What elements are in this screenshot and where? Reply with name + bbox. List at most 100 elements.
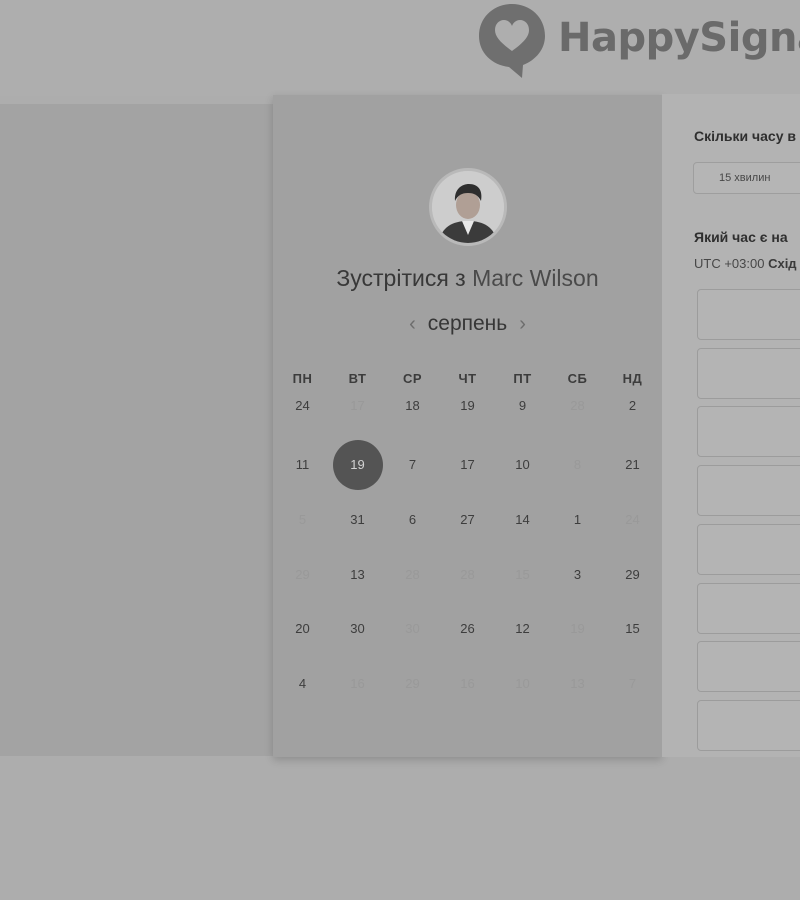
calendar-day[interactable]: 30: [330, 601, 385, 656]
duration-select[interactable]: 15 хвилин: [693, 162, 800, 194]
day-number: 9: [518, 398, 527, 413]
calendar-day[interactable]: 1: [550, 492, 605, 547]
calendar-day[interactable]: 24: [605, 492, 660, 547]
calendar-week: 5 31 6 27 14 1 24: [275, 492, 660, 547]
time-slot[interactable]: [697, 465, 800, 516]
timezone-selector[interactable]: UTC +03:00 Схід: [694, 256, 797, 271]
day-number: 20: [295, 621, 310, 637]
calendar-day[interactable]: 6: [385, 492, 440, 547]
day-number: 15: [625, 621, 640, 637]
calendar-day[interactable]: 3: [550, 547, 605, 602]
time-slot[interactable]: [697, 289, 800, 340]
day-number: 11: [295, 457, 310, 473]
calendar-day[interactable]: 7: [605, 656, 660, 711]
day-number: 18: [405, 398, 420, 413]
day-number: 28: [570, 398, 585, 413]
calendar-day[interactable]: 29: [605, 547, 660, 602]
day-number: 5: [298, 511, 307, 527]
calendar-day[interactable]: 13: [330, 547, 385, 602]
next-month-button[interactable]: ›: [507, 312, 538, 336]
calendar-day[interactable]: 19: [440, 383, 495, 438]
calendar-day[interactable]: 31: [330, 492, 385, 547]
calendar-card: Зустрітися з Marc Wilson ‹ серпень › ПН …: [273, 95, 662, 757]
day-number: 21: [625, 457, 640, 473]
prev-month-button[interactable]: ‹: [397, 312, 428, 336]
calendar-day[interactable]: 14: [495, 492, 550, 547]
time-question: Який час є на: [694, 229, 788, 245]
month-navigation: ‹ серпень ›: [273, 311, 662, 337]
month-label: серпень: [427, 312, 508, 335]
calendar-day[interactable]: 15: [495, 547, 550, 602]
calendar-day[interactable]: 2: [605, 383, 660, 438]
calendar-day[interactable]: 5: [275, 492, 330, 547]
calendar-day[interactable]: 8: [550, 438, 605, 493]
time-slot[interactable]: [697, 641, 800, 692]
day-number: 19: [460, 398, 475, 413]
calendar-day[interactable]: 24: [275, 383, 330, 438]
day-number: 2: [628, 398, 637, 413]
calendar-week: 20 30 30 26 12 19 15: [275, 601, 660, 656]
calendar-day[interactable]: 10: [495, 438, 550, 493]
calendar-day[interactable]: 29: [385, 656, 440, 711]
time-slot[interactable]: [697, 583, 800, 634]
calendar-day[interactable]: 12: [495, 601, 550, 656]
day-number: 6: [408, 511, 417, 527]
day-number: 28: [460, 566, 475, 582]
calendar-day[interactable]: 17: [330, 383, 385, 438]
heart-bubble-icon: [479, 4, 545, 78]
calendar-day[interactable]: 7: [385, 438, 440, 493]
calendar-day[interactable]: 10: [495, 656, 550, 711]
day-number: 24: [295, 398, 310, 413]
time-slot[interactable]: [697, 524, 800, 575]
calendar-day[interactable]: 28: [385, 547, 440, 602]
day-number: 19: [570, 621, 585, 637]
duration-question: Скільки часу в: [694, 128, 796, 144]
calendar-week: 29 13 28 28 15 3 29: [275, 547, 660, 602]
time-slot[interactable]: [697, 700, 800, 751]
calendar-day[interactable]: 21: [605, 438, 660, 493]
day-number: 30: [350, 621, 365, 637]
calendar-grid: 24 17 18 19 9 28 2 11 19 7 17 10 8 21 5 31 6 27 14 1 24 29 13 2…: [275, 383, 660, 711]
calendar-day[interactable]: 9: [495, 383, 550, 438]
calendar-day[interactable]: 17: [440, 438, 495, 493]
day-number: 30: [405, 621, 420, 637]
day-number: 19: [332, 439, 383, 490]
brand-logo[interactable]: HappySigna: [476, 0, 800, 80]
timezone-name: Схід: [768, 256, 797, 271]
calendar-day[interactable]: 4: [275, 656, 330, 711]
calendar-day[interactable]: 16: [440, 656, 495, 711]
calendar-day[interactable]: 30: [385, 601, 440, 656]
timezone-offset: UTC +03:00: [694, 256, 765, 271]
day-number: 13: [350, 566, 365, 582]
calendar-day[interactable]: 28: [550, 383, 605, 438]
calendar-day[interactable]: 27: [440, 492, 495, 547]
calendar-day[interactable]: 11: [275, 438, 330, 493]
day-number: 14: [515, 511, 530, 527]
calendar-day[interactable]: 20: [275, 601, 330, 656]
day-number: 29: [625, 566, 640, 582]
calendar-day[interactable]: 28: [440, 547, 495, 602]
time-slot[interactable]: [697, 348, 800, 399]
time-slot[interactable]: [697, 406, 800, 457]
day-number: 29: [405, 675, 420, 691]
day-number: 16: [350, 675, 365, 691]
day-number: 24: [625, 511, 640, 527]
calendar-day[interactable]: 29: [275, 547, 330, 602]
day-number: 16: [460, 675, 475, 691]
calendar-day[interactable]: 15: [605, 601, 660, 656]
day-number: 12: [515, 621, 530, 637]
day-number: 31: [350, 511, 365, 527]
calendar-day[interactable]: 19: [550, 601, 605, 656]
avatar: [429, 168, 507, 246]
calendar-day-selected[interactable]: 19: [330, 438, 385, 493]
day-number: 8: [573, 457, 582, 473]
calendar-day[interactable]: 26: [440, 601, 495, 656]
calendar-day[interactable]: 16: [330, 656, 385, 711]
calendar-day[interactable]: 18: [385, 383, 440, 438]
day-number: 29: [295, 566, 310, 582]
calendar-week: 11 19 7 17 10 8 21: [275, 438, 660, 493]
day-number: 3: [573, 566, 582, 582]
meeting-title: Зустрітися з Marc Wilson: [273, 265, 662, 292]
calendar-day[interactable]: 13: [550, 656, 605, 711]
day-number: 10: [515, 675, 530, 691]
